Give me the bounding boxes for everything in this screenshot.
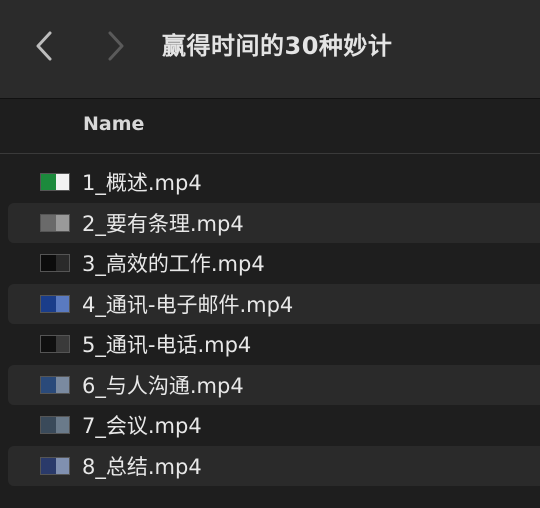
file-row[interactable]: 2_要有条理.mp4 [8,202,540,243]
video-thumbnail-icon [40,416,70,435]
video-thumbnail-icon [40,213,70,232]
file-name: 1_概述.mp4 [82,171,202,196]
forward-button[interactable] [96,24,136,68]
video-thumbnail-icon [40,254,70,273]
video-thumbnail-icon [40,173,70,192]
file-list: 1_概述.mp4 2_要有条理.mp4 3_高效的工作.mp4 4_通讯-电子邮件.m… [8,162,540,486]
toolbar: 赢得时间的30种妙计 [0,0,540,99]
file-row[interactable]: 7_会议.mp4 [8,405,540,446]
video-thumbnail-icon [40,335,70,354]
file-name: 6_与人沟通.mp4 [82,373,244,398]
file-name: 2_要有条理.mp4 [82,211,244,236]
video-thumbnail-icon [40,375,70,394]
file-row[interactable]: 4_通讯-电子邮件.mp4 [8,283,540,324]
file-name: 5_通讯-电话.mp4 [82,333,252,358]
file-name: 8_总结.mp4 [82,454,202,479]
file-row[interactable]: 6_与人沟通.mp4 [8,364,540,405]
video-thumbnail-icon [40,294,70,313]
column-header-row: Name [0,99,540,154]
file-name: 3_高效的工作.mp4 [82,252,265,277]
chevron-right-icon [108,31,124,61]
file-name: 7_会议.mp4 [82,414,202,439]
file-row[interactable]: 1_概述.mp4 [8,162,540,203]
file-row[interactable]: 8_总结.mp4 [8,445,540,486]
file-name: 4_通讯-电子邮件.mp4 [82,292,294,317]
chevron-left-icon [36,31,52,61]
video-thumbnail-icon [40,456,70,475]
window-title: 赢得时间的30种妙计 [162,32,393,60]
file-row[interactable]: 3_高效的工作.mp4 [8,243,540,284]
file-row[interactable]: 5_通讯-电话.mp4 [8,324,540,365]
finder-window: 赢得时间的30种妙计 Name 1_概述.mp4 2_要有条理.mp4 3_高效的工… [0,0,540,508]
back-button[interactable] [24,24,64,68]
column-header-name[interactable]: Name [83,113,144,135]
